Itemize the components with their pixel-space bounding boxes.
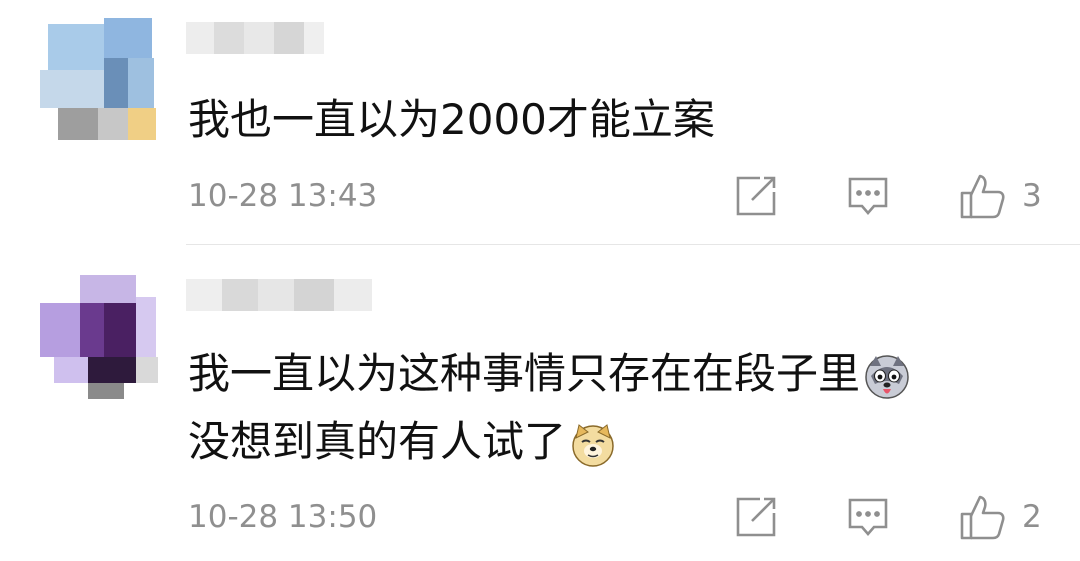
comment-timestamp: 10-28 13:43 — [188, 178, 378, 214]
comment-text-line: 我也一直以为2000才能立案 — [188, 95, 715, 144]
husky-emoji — [864, 354, 910, 400]
username-blurred[interactable] — [186, 273, 372, 323]
comment-text: 我一直以为这种事情只存在在段子里 没想到真的有人试了 — [188, 340, 910, 476]
like-button[interactable]: 2 — [958, 495, 1042, 540]
comment-text-line: 我一直以为这种事情只存在在段子里 — [188, 340, 910, 408]
comment-text: 我也一直以为2000才能立案 — [188, 86, 715, 154]
avatar[interactable] — [40, 275, 160, 405]
like-count: 3 — [1022, 178, 1042, 214]
like-button[interactable]: 3 — [958, 174, 1042, 219]
thumbs-up-icon — [960, 174, 1005, 219]
avatar[interactable] — [40, 18, 160, 148]
comment-text-line: 没想到真的有人试了 — [188, 408, 910, 476]
doge-emoji — [570, 422, 616, 468]
comment-meta: 10-28 13:43 3 — [186, 170, 1066, 220]
like-count: 2 — [1022, 499, 1042, 535]
share-button[interactable] — [734, 495, 778, 539]
thumbs-up-icon — [960, 495, 1005, 540]
comment-item: 我一直以为这种事情只存在在段子里 没想到真的有人试了 10-28 13:50 2 — [0, 245, 1080, 561]
comment-icon — [848, 498, 888, 536]
username-blurred[interactable] — [186, 16, 324, 66]
comment-timestamp: 10-28 13:50 — [188, 499, 378, 535]
reply-button[interactable] — [846, 495, 890, 539]
comment-icon — [848, 177, 888, 215]
share-icon — [736, 497, 776, 537]
comment-meta: 10-28 13:50 2 — [186, 491, 1066, 541]
share-icon — [736, 176, 776, 216]
comment-item: 我也一直以为2000才能立案 10-28 13:43 3 — [0, 0, 1080, 244]
share-button[interactable] — [734, 174, 778, 218]
reply-button[interactable] — [846, 174, 890, 218]
